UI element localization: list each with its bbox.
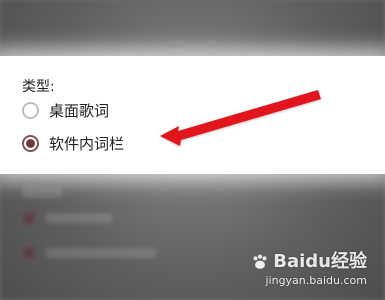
blurred-label bbox=[46, 248, 156, 258]
radio-dot bbox=[26, 138, 35, 148]
blurred-checkbox-row-1 bbox=[22, 210, 112, 226]
baidu-watermark: Baidu经验 jingyan.baidu.com bbox=[247, 252, 367, 294]
watermark-brand-row: Baidu经验 bbox=[247, 252, 367, 272]
type-label: 类型: bbox=[22, 79, 55, 95]
option-desktop-lyrics-label: 桌面歌词 bbox=[49, 101, 110, 120]
blurred-section-title bbox=[18, 30, 58, 46]
watermark-url: jingyan.baidu.com bbox=[265, 274, 367, 287]
option-desktop-lyrics[interactable]: 桌面歌词 bbox=[22, 99, 109, 121]
blurred-section-title-2 bbox=[22, 186, 62, 198]
blurred-checkbox-icon bbox=[22, 246, 36, 260]
paw-icon bbox=[253, 254, 267, 269]
radio-filled-icon[interactable] bbox=[22, 134, 39, 152]
blurred-label bbox=[46, 213, 112, 223]
radio-empty-icon[interactable] bbox=[22, 101, 39, 119]
blurred-checkbox-row-2 bbox=[22, 245, 156, 261]
option-in-app-lyrics-bar[interactable]: 软件内词栏 bbox=[22, 132, 124, 154]
option-in-app-lyrics-bar-label: 软件内词栏 bbox=[49, 134, 125, 153]
watermark-brand: Baidu经验 bbox=[273, 251, 367, 272]
blurred-checkbox-icon bbox=[22, 211, 36, 225]
